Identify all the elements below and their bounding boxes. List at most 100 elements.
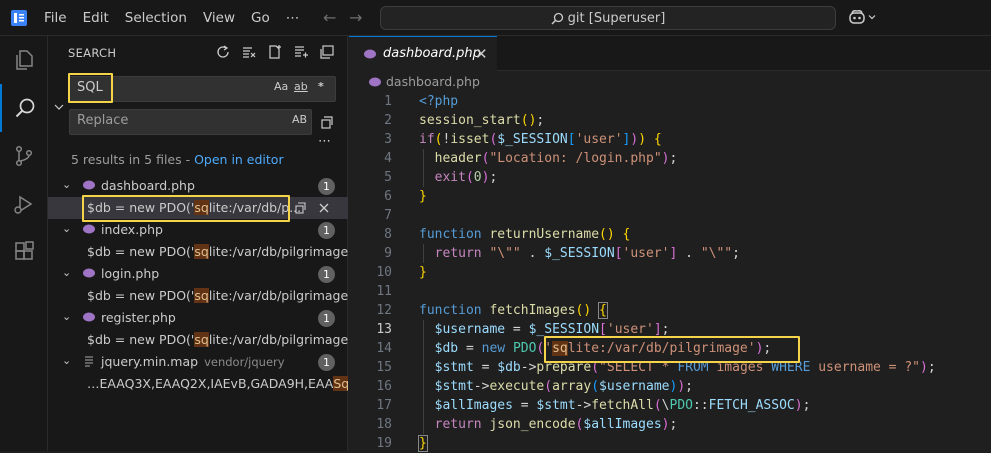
code-line-current: 13 $username = $_SESSION['user']; [376,322,670,337]
back-arrow-icon[interactable]: ← [323,8,336,27]
preserve-case-toggle[interactable]: AB [292,113,307,126]
result-file-name: login.php [101,266,160,281]
match-text: $db = new PDO('sqlite:/var/db/pilgrimage… [87,244,348,259]
result-match-login[interactable]: $db = new PDO('sqlite:/var/db/pilgrimage… [48,285,348,307]
result-file-login[interactable]: ⌄ login.php 1 [48,263,348,285]
new-search-editor-icon[interactable] [267,44,283,60]
search-view-button[interactable] [0,84,48,132]
php-file-icon [83,268,95,278]
tab-label: dashboard.php [383,46,481,61]
result-file-dir: vendor/jquery [204,355,285,369]
match-case-toggle[interactable]: Aa [274,80,288,93]
result-match-jquery-map[interactable]: …EAAQ3X,EAAQ2X,IAEvB,GADA9H,EAASq… [48,373,348,395]
code-line: 4 header("Location: /login.php"); [384,151,678,166]
forward-arrow-icon[interactable]: → [349,8,362,27]
close-icon[interactable]: ✕ [475,45,488,63]
result-match-dashboard[interactable]: $db = new PDO('sqlite:/var/db/p... [48,197,348,219]
copilot-button[interactable] [848,9,876,25]
menu-edit[interactable]: Edit [75,10,117,26]
use-regex-toggle[interactable]: * [318,80,324,93]
extensions-button[interactable] [0,228,48,276]
copilot-icon [849,10,865,24]
code-line: 10} [376,265,427,280]
results-count: 5 results in 5 files - [71,152,195,167]
match-whole-word-toggle[interactable]: ab [294,80,308,93]
code-line: 19} [376,435,428,452]
collapse-all-icon[interactable] [293,44,309,60]
menu-more[interactable]: ⋯ [278,10,308,26]
menu-go[interactable]: Go [243,10,278,26]
chevron-down-icon [868,15,876,20]
explorer-button[interactable] [0,36,48,84]
code-line: 6} [384,189,427,204]
menu-view[interactable]: View [195,10,243,26]
result-file-dashboard[interactable]: ⌄ dashboard.php 1 [48,175,348,197]
run-debug-icon [14,195,33,214]
code-line: 11 [376,284,392,299]
view-as-tree-icon[interactable] [319,44,335,60]
code-line: 15 $stmt = $db->prepare("SELECT * FROM i… [376,360,936,375]
code-line: 9 return "\"" . $_SESSION['user'] . "\""… [384,246,740,261]
result-file-name: index.php [101,222,163,237]
match-text: …EAAQ3X,EAAQ2X,IAEvB,GADA9H,EAASq… [87,376,348,391]
result-file-index[interactable]: ⌄ index.php 1 [48,219,348,241]
open-in-editor-link[interactable]: Open in editor [194,152,284,167]
result-file-name: dashboard.php [101,178,195,193]
match-text: $db = new PDO('sqlite:/var/db/pilgrimage… [87,288,348,303]
replace-input[interactable]: Replace AB [69,109,312,135]
php-file-icon [369,77,381,86]
chevron-down-icon: ⌄ [62,266,72,279]
breadcrumb: dashboard.php [368,74,480,89]
title-bar: File Edit Selection View Go ⋯ ← → git [S… [0,0,991,36]
result-match-index[interactable]: $db = new PDO('sqlite:/var/db/pilgrimage… [48,241,348,263]
app-logo-icon [11,10,27,26]
code-line: 5 exit(0); [384,170,498,185]
toggle-replace-chevron-icon[interactable] [54,102,64,112]
explorer-icon [16,50,33,70]
run-debug-button[interactable] [0,180,48,228]
extensions-icon [15,241,34,260]
replace-all-icon[interactable] [319,114,335,130]
replace-match-icon[interactable] [294,201,308,215]
result-file-name: jquery.min.map vendor/jquery [101,354,285,369]
match-count-badge: 1 [318,222,335,239]
search-input[interactable]: SQL Aa ab * [69,76,336,102]
results-summary: 5 results in 5 files - Open in editor [71,152,284,167]
clear-results-icon[interactable] [241,44,257,60]
menu-selection[interactable]: Selection [117,10,195,26]
result-file-register[interactable]: ⌄ register.php 1 [48,307,348,329]
code-line: 7 [384,208,392,223]
code-line: 16 $stmt->execute(array($username)); [376,379,693,394]
refresh-icon[interactable] [215,44,231,60]
source-control-icon [15,145,33,167]
search-icon [551,12,563,25]
sidebar-title: SEARCH [68,46,117,60]
match-count-badge: 1 [318,266,335,283]
code-line: 8 function returnUsername() { [384,227,631,242]
close-icon[interactable] [318,202,330,214]
source-control-button[interactable] [0,132,48,180]
search-details-toggle[interactable]: ⋯ [318,134,331,149]
activity-bar [0,36,48,451]
tab-dashboard-php[interactable]: dashboard.php ✕ [349,36,497,71]
code-line: 1 <?php [384,94,459,109]
command-center[interactable]: git [Superuser] [380,6,836,30]
result-file-name: register.php [101,310,176,325]
php-file-icon [364,49,376,59]
result-match-register[interactable]: $db = new PDO('sqlite:/var/db/pilgrimage… [48,329,348,351]
match-count-badge: 1 [318,354,335,371]
code-line: 3 if(!isset($_SESSION['user'])) { [384,132,662,147]
result-file-jquery-map[interactable]: ⌄ jquery.min.map vendor/jquery 1 [48,351,348,373]
code-line: 12 function fetchImages() { [376,302,608,319]
sidebar-actions [215,44,335,60]
file-lines-icon [85,356,93,367]
menu-file[interactable]: File [36,10,75,26]
search-view-icon [15,98,35,118]
code-editor[interactable]: 1 <?php 2 session_start(); 3 if(!isset($_SE… [349,92,991,453]
chevron-down-icon: ⌄ [62,354,72,367]
editor-tab-bar: dashboard.php ✕ [349,36,991,71]
menu-bar: File Edit Selection View Go ⋯ [36,0,307,36]
search-sidebar: SEARCH SQL Aa ab * Replace AB ⋯ 5 result… [48,36,348,451]
breadcrumb-file[interactable]: dashboard.php [386,74,480,89]
code-line: 2 session_start(); [384,113,545,128]
